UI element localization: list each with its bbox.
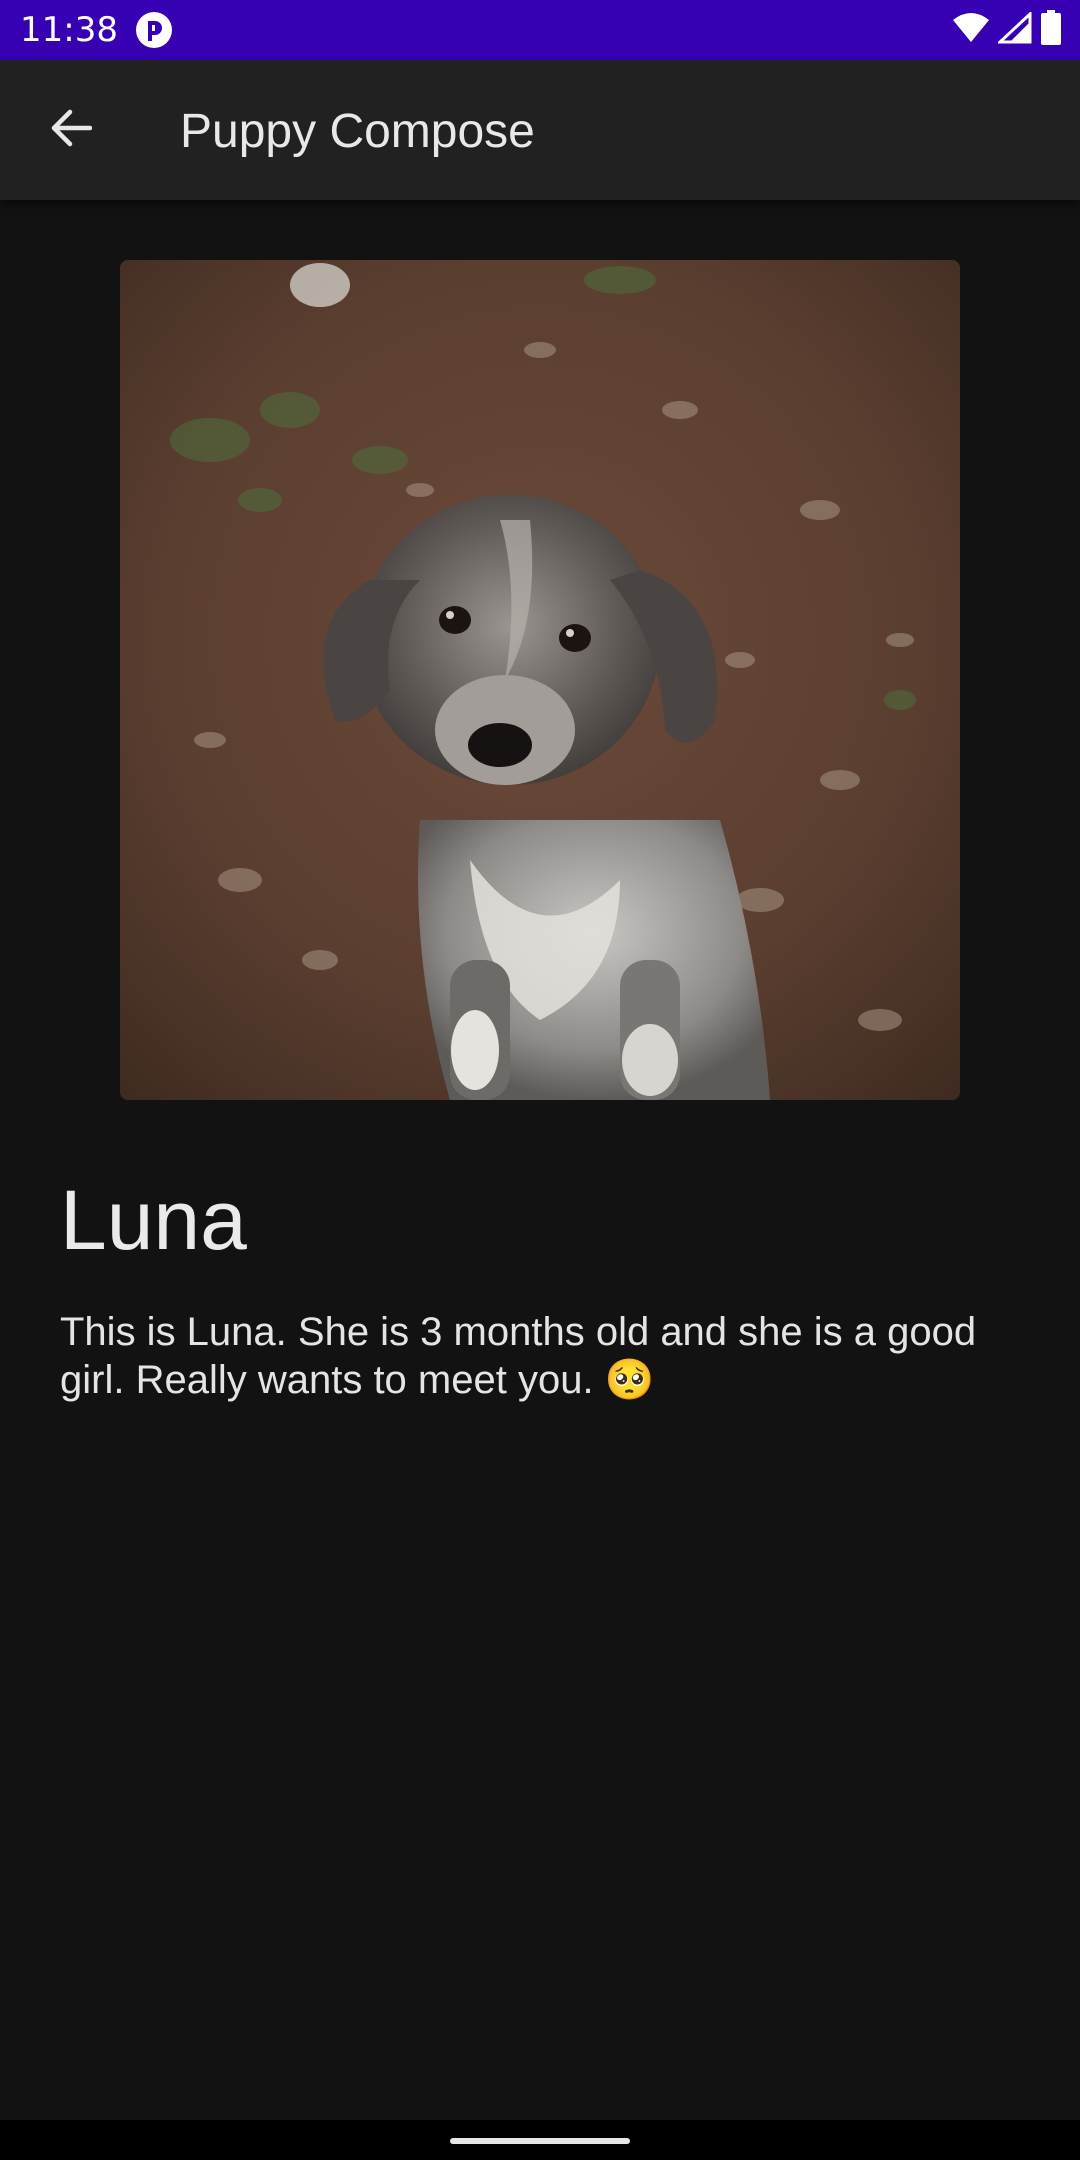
puppy-photo — [120, 260, 960, 1100]
app-title: Puppy Compose — [180, 105, 535, 158]
app-notification-icon — [134, 10, 174, 50]
system-navigation-bar — [0, 2120, 1080, 2160]
status-bar: 11:38 — [0, 0, 1080, 60]
battery-icon — [1040, 10, 1062, 50]
status-icons — [952, 10, 1062, 50]
back-button[interactable] — [30, 100, 110, 160]
home-gesture-handle[interactable] — [450, 2138, 630, 2144]
arrow-back-icon — [48, 108, 93, 152]
top-app-bar: Puppy Compose — [0, 60, 1080, 200]
puppy-description: This is Luna. She is 3 months old and sh… — [60, 1310, 977, 1402]
signal-icon — [996, 10, 1032, 48]
wifi-icon — [952, 12, 990, 48]
puppy-name: Luna — [60, 1173, 247, 1267]
status-time: 11:38 — [20, 10, 118, 50]
